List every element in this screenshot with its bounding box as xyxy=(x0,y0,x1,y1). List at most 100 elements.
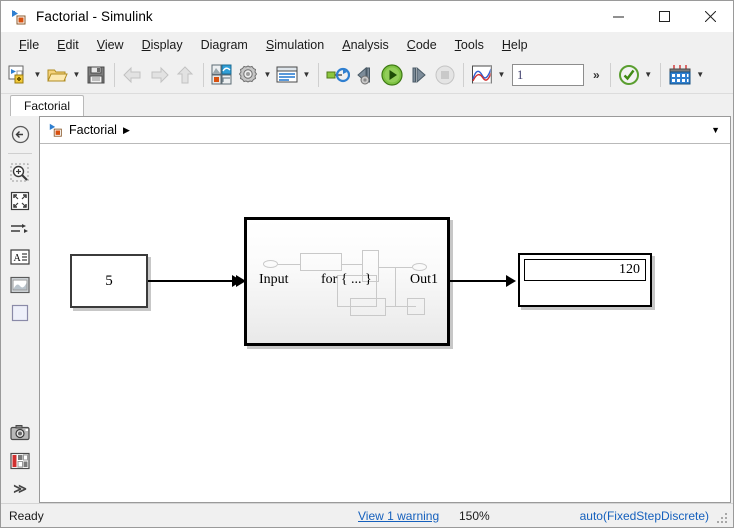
toolbar-separator xyxy=(609,63,611,87)
breadcrumb-chevron-down-icon[interactable]: ▼ xyxy=(705,125,726,135)
svg-text:A: A xyxy=(14,253,22,264)
gear-icon[interactable] xyxy=(235,60,261,90)
status-bar: Ready View 1 warning 150% auto(FixedStep… xyxy=(1,503,733,527)
editor-body: A ≫ Factorial ▶ ▼ 5 Input for {...} Ou… xyxy=(1,116,733,503)
preview-output-port-icon xyxy=(412,263,427,271)
preview-block-4 xyxy=(350,298,386,316)
toolbar-separator xyxy=(463,63,464,87)
simulink-window: Factorial - Simulink File Edit View Disp… xyxy=(0,0,734,528)
model-canvas[interactable]: 5 Input for {...} Out1 120 xyxy=(40,144,730,502)
image-annotation-icon[interactable] xyxy=(6,271,34,298)
window-controls xyxy=(595,1,733,32)
signal-line-subsystem-to-display[interactable] xyxy=(450,280,512,282)
resize-grip[interactable] xyxy=(717,512,729,524)
new-model-caret-icon[interactable]: ▼ xyxy=(31,60,44,90)
open-caret-icon[interactable]: ▼ xyxy=(70,60,83,90)
for-iterator-subsystem-block[interactable]: Input for { ... } Out1 xyxy=(244,217,450,346)
tab-factorial[interactable]: Factorial xyxy=(10,95,85,116)
menu-bar: File Edit View Display Diagram Simulatio… xyxy=(1,32,733,57)
menu-analysis[interactable]: Analysis xyxy=(333,36,398,54)
display-block-value-field: 120 xyxy=(524,259,646,281)
run-play-icon[interactable] xyxy=(378,60,406,90)
view-warning-link[interactable]: View 1 warning xyxy=(358,509,439,523)
subsystem-body-label: for { ... } xyxy=(321,272,372,287)
model-explorer-icon[interactable] xyxy=(274,60,300,90)
constant-block[interactable]: 5 xyxy=(70,254,148,308)
step-back-icon[interactable] xyxy=(352,60,378,90)
menu-tools[interactable]: Tools xyxy=(446,36,493,54)
minimize-button[interactable] xyxy=(595,1,641,32)
menu-display[interactable]: Display xyxy=(133,36,192,54)
toolbar-separator xyxy=(659,63,661,87)
display-block-value: 120 xyxy=(619,262,640,277)
forward-arrow-icon xyxy=(146,60,172,90)
text-annotation-icon[interactable]: A xyxy=(6,243,34,270)
preview-line-2 xyxy=(342,263,362,265)
window-title: Factorial - Simulink xyxy=(36,9,153,24)
build-caret-icon[interactable]: ▼ xyxy=(694,60,707,90)
subsystem-input-port-arrow xyxy=(236,275,246,287)
palette-overflow-button[interactable]: ≫ xyxy=(6,475,34,502)
model-editor: Factorial ▶ ▼ 5 Input for {...} Out1 1… xyxy=(39,116,731,503)
main-toolbar: ▼ ▼ ▼ ▼ ▼ 1 » ▼ ▼ xyxy=(1,57,733,94)
zoom-level-label[interactable]: 150% xyxy=(459,509,490,523)
toolbar-overflow-button[interactable]: » xyxy=(588,68,605,82)
palette-divider xyxy=(8,153,32,154)
preview-block-5 xyxy=(407,298,425,315)
simulation-time-input[interactable]: 1 xyxy=(512,64,584,86)
menu-edit[interactable]: Edit xyxy=(48,36,88,54)
open-folder-icon[interactable] xyxy=(44,60,70,90)
model-explorer-caret-icon[interactable]: ▼ xyxy=(300,60,313,90)
status-text: Ready xyxy=(9,508,44,523)
toolbar-separator xyxy=(318,63,319,87)
build-model-icon[interactable] xyxy=(666,60,694,90)
menu-simulation[interactable]: Simulation xyxy=(257,36,333,54)
toolbar-separator xyxy=(114,63,115,87)
breadcrumb-model-icon xyxy=(48,122,64,138)
preview-line-1 xyxy=(278,263,300,265)
breadcrumb-separator-icon: ▶ xyxy=(122,124,130,135)
check-caret-icon[interactable]: ▼ xyxy=(642,60,655,90)
tab-label: Factorial xyxy=(24,99,71,113)
menu-view[interactable]: View xyxy=(88,36,133,54)
simulink-model-icon xyxy=(10,8,36,26)
zoom-region-icon[interactable] xyxy=(6,159,34,186)
gear-caret-icon[interactable]: ▼ xyxy=(261,60,274,90)
breadcrumb: Factorial ▶ ▼ xyxy=(40,117,730,144)
camera-snapshot-icon[interactable] xyxy=(6,419,34,446)
scope-signal-icon[interactable] xyxy=(469,60,495,90)
new-model-icon[interactable] xyxy=(5,60,31,90)
tab-strip: Factorial xyxy=(1,94,733,116)
menu-file[interactable]: File xyxy=(10,36,48,54)
signal-arrow-display-input xyxy=(506,275,516,287)
menu-help[interactable]: Help xyxy=(493,36,537,54)
library-browser-icon[interactable] xyxy=(209,60,235,90)
toolbar-separator xyxy=(203,63,204,87)
constant-block-value: 5 xyxy=(105,272,113,289)
breadcrumb-path[interactable]: Factorial xyxy=(69,123,117,137)
update-model-icon[interactable] xyxy=(324,60,352,90)
fit-to-view-icon[interactable] xyxy=(6,187,34,214)
solver-label[interactable]: auto(FixedStepDiscrete) xyxy=(580,509,709,523)
back-arrow-icon xyxy=(120,60,146,90)
display-block[interactable]: 120 xyxy=(518,253,652,307)
save-disk-icon[interactable] xyxy=(83,60,109,90)
step-forward-icon[interactable] xyxy=(406,60,432,90)
preview-block-1 xyxy=(300,253,342,271)
menu-code[interactable]: Code xyxy=(398,36,446,54)
scope-caret-icon[interactable]: ▼ xyxy=(495,60,508,90)
navigate-back-icon[interactable] xyxy=(6,121,34,148)
signal-line-constant-to-subsystem[interactable] xyxy=(148,280,236,282)
area-box-icon[interactable] xyxy=(6,299,34,326)
check-circle-icon[interactable] xyxy=(616,60,642,90)
left-palette: A ≫ xyxy=(1,116,39,503)
maximize-button[interactable] xyxy=(641,1,687,32)
layout-legend-icon[interactable] xyxy=(6,447,34,474)
stop-icon xyxy=(432,60,458,90)
title-bar: Factorial - Simulink xyxy=(1,1,733,32)
preview-line-5 xyxy=(395,267,396,306)
close-button[interactable] xyxy=(687,1,733,32)
signal-ports-icon[interactable] xyxy=(6,215,34,242)
up-arrow-icon xyxy=(172,60,198,90)
menu-diagram[interactable]: Diagram xyxy=(192,36,257,54)
